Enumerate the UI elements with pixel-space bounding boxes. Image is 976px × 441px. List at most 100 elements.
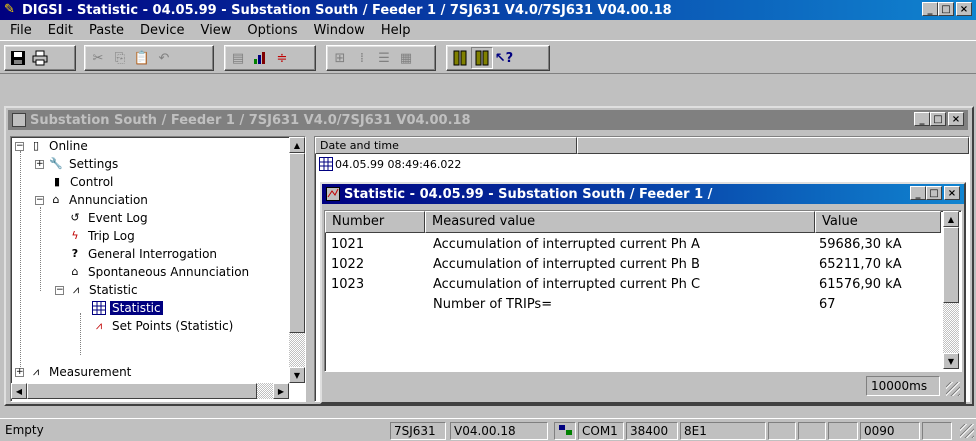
tree-item-settings[interactable]: + 🔧 Settings	[35, 155, 120, 173]
child-minimize-button[interactable]: _	[914, 112, 930, 126]
tree-item-spontaneous-annunciation[interactable]: ⌂ Spontaneous Annunciation	[67, 263, 251, 281]
split-icon[interactable]: ≑	[271, 47, 293, 69]
scroll-thumb[interactable]	[943, 227, 959, 303]
undo-icon[interactable]: ↶	[153, 47, 175, 69]
tree-panel: − ▯ Online + 🔧 Settings ▮ Control − ⌂ An…	[10, 136, 306, 402]
connection-icon	[554, 422, 576, 440]
tree-item-statistic[interactable]: Statistic	[91, 299, 163, 317]
details-icon[interactable]: ▦	[395, 47, 417, 69]
cut-icon[interactable]: ✂	[87, 47, 109, 69]
scroll-up-icon[interactable]: ▲	[289, 137, 305, 153]
device-icon: ▯	[32, 139, 40, 152]
scroll-thumb-h[interactable]	[27, 383, 257, 399]
status-bar: Empty 7SJ631 V04.00.18 COM1 38400 8E1 00…	[0, 418, 976, 440]
tree-item-online[interactable]: − ▯ Online	[15, 137, 90, 155]
table-row[interactable]: 1023 Accumulation of interrupted current…	[325, 275, 941, 295]
list-header: Date and time	[315, 137, 971, 154]
tree-item-set-points[interactable]: ⩘ Set Points (Statistic)	[91, 317, 235, 335]
child-close-button[interactable]: ×	[948, 112, 964, 126]
cell-value: 65211,70 kA	[819, 257, 902, 272]
measurement-icon: ⩘	[32, 365, 40, 378]
tree-item-annunciation[interactable]: − ⌂ Annunciation	[35, 191, 150, 209]
set-points-icon: ⩘	[95, 319, 103, 332]
device-icon[interactable]	[449, 47, 471, 69]
trip-log-icon: ϟ	[71, 229, 79, 242]
status-empty-3	[828, 422, 858, 440]
close-button[interactable]: ×	[956, 2, 972, 16]
tree-item-trip-log[interactable]: ϟ Trip Log	[67, 227, 137, 245]
resize-grip-icon[interactable]	[960, 424, 974, 438]
column-header-value[interactable]: Value	[815, 211, 941, 233]
event-log-icon: ↺	[70, 211, 80, 224]
cell-number: 1021	[331, 237, 365, 252]
child-title: Substation South / Feeder 1 / 7SJ631 V4.…	[30, 112, 471, 128]
child-maximize-button[interactable]: □	[930, 112, 946, 126]
tree-item-statistic-folder[interactable]: − ⩘ Statistic	[55, 281, 140, 299]
statistic-maximize-button[interactable]: □	[926, 186, 942, 200]
menu-view[interactable]: View	[193, 23, 240, 38]
properties-icon[interactable]: ▤	[227, 47, 249, 69]
statistic-vertical-scrollbar[interactable]: ▲ ▼	[943, 211, 959, 369]
refresh-interval: 10000ms	[866, 376, 940, 396]
column-header-measured-value[interactable]: Measured value	[425, 211, 815, 233]
table-row[interactable]: Number of TRIPs= 67	[325, 295, 941, 315]
table-row[interactable]: 1022 Accumulation of interrupted current…	[325, 255, 941, 275]
scroll-down-icon[interactable]: ▼	[289, 367, 305, 383]
device-pressed-icon[interactable]	[471, 47, 493, 69]
statistic-close-button[interactable]: ×	[944, 186, 960, 200]
tree-horizontal-scrollbar[interactable]: ◀ ▶	[11, 383, 289, 399]
scroll-thumb[interactable]	[289, 153, 305, 333]
menu-paste[interactable]: Paste	[81, 23, 132, 38]
tree-item-control[interactable]: ▮ Control	[49, 173, 115, 191]
app-title-bar[interactable]: ✎ DIGSI - Statistic - 04.05.99 - Substat…	[0, 0, 976, 20]
menu-options[interactable]: Options	[239, 23, 305, 38]
cell-number: 1023	[331, 277, 365, 292]
child-title-bar[interactable]: Substation South / Feeder 1 / 7SJ631 V4.…	[8, 110, 968, 130]
cell-value: 67	[819, 297, 836, 312]
statistic-title-bar[interactable]: Statistic - 04.05.99 - Substation South …	[322, 184, 964, 204]
copy-icon[interactable]: ⎘	[109, 47, 131, 69]
tree-item-event-log[interactable]: ↺ Event Log	[67, 209, 150, 227]
resize-grip-icon[interactable]	[946, 382, 960, 396]
minimize-button[interactable]: _	[922, 2, 938, 16]
small-icons-icon[interactable]: ⁞	[351, 47, 373, 69]
menu-device[interactable]: Device	[132, 23, 192, 38]
list-icon[interactable]: ☰	[373, 47, 395, 69]
column-header-date-time[interactable]: Date and time	[315, 137, 577, 154]
table-row[interactable]: 1021 Accumulation of interrupted current…	[325, 235, 941, 255]
scroll-left-icon[interactable]: ◀	[11, 383, 27, 399]
menu-file[interactable]: File	[2, 23, 40, 38]
scroll-right-icon[interactable]: ▶	[273, 383, 289, 399]
statistic-window-icon	[326, 187, 340, 201]
chart-icon[interactable]	[249, 47, 271, 69]
statistic-minimize-button[interactable]: _	[910, 186, 926, 200]
tree-vertical-scrollbar[interactable]: ▲ ▼	[289, 137, 305, 383]
tree-item-measurement[interactable]: + ⩘ Measurement	[15, 363, 133, 381]
status-empty-1	[768, 422, 796, 440]
save-icon[interactable]	[7, 47, 29, 69]
menu-help[interactable]: Help	[373, 23, 419, 38]
digsi-app-icon: ✎	[4, 2, 15, 17]
paste-icon[interactable]: 📋	[131, 47, 153, 69]
large-icons-icon[interactable]: ⊞	[329, 47, 351, 69]
status-empty-4	[922, 422, 952, 440]
menu-edit[interactable]: Edit	[40, 23, 81, 38]
help-pointer-icon[interactable]: ↖?	[493, 47, 515, 69]
grid-icon	[319, 157, 333, 171]
maximize-button[interactable]: □	[938, 2, 954, 16]
status-code: 0090	[860, 422, 920, 440]
toolbar-group-device: ↖?	[446, 45, 550, 71]
status-baud: 38400	[626, 422, 678, 440]
tree-item-general-interrogation[interactable]: ? General Interrogation	[67, 245, 219, 263]
column-header-blank[interactable]	[577, 137, 969, 154]
menu-window[interactable]: Window	[306, 23, 373, 38]
column-header-number[interactable]: Number	[325, 211, 425, 233]
scroll-up-icon[interactable]: ▲	[943, 211, 959, 227]
scroll-down-icon[interactable]: ▼	[943, 353, 959, 369]
app-window-controls: _ □ ×	[922, 2, 972, 16]
statistic-window-controls: _ □ ×	[910, 186, 960, 200]
list-item[interactable]: 04.05.99 08:49:46.022	[319, 157, 461, 171]
general-interrogation-icon: ?	[71, 247, 79, 260]
cell-measured-value: Accumulation of interrupted current Ph A	[433, 237, 700, 252]
print-icon[interactable]	[29, 47, 51, 69]
